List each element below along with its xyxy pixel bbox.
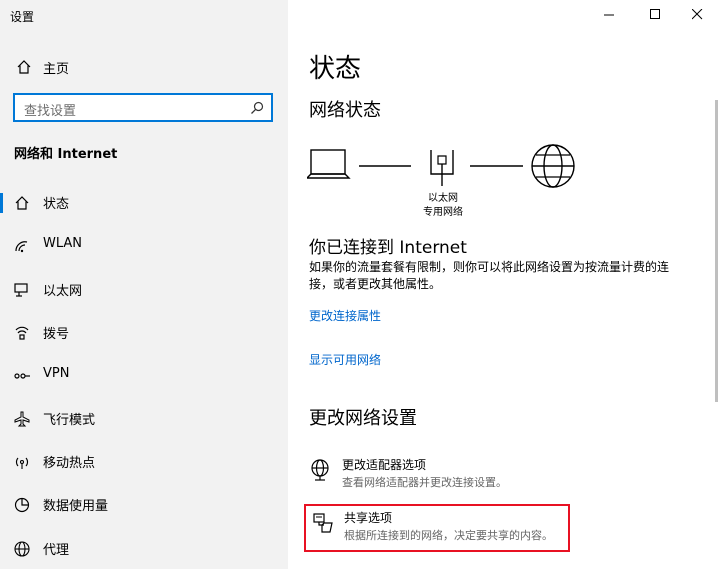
network-diagram <box>307 144 575 188</box>
show-available-networks-link[interactable]: 显示可用网络 <box>309 351 381 368</box>
internet-globe-icon <box>531 144 575 188</box>
sidebar-item-label: 飞行模式 <box>43 413 96 428</box>
ethernet-network-label: 以太网 专用网络 <box>418 192 468 220</box>
ethernet-adapter-icon <box>430 150 454 186</box>
option-title: 更改适配器选项 <box>342 458 427 472</box>
network-status-heading: 网络状态 <box>309 100 381 121</box>
sidebar-item-status[interactable]: 状态 <box>0 181 288 223</box>
sidebar-item-hotspot[interactable]: 移动热点 <box>0 440 288 482</box>
hotspot-icon <box>15 457 29 469</box>
home-status-icon <box>15 196 29 210</box>
sidebar-item-label: WLAN <box>43 236 83 251</box>
adapter-options-item[interactable]: 更改适配器选项 查看网络适配器并更改连接设置。 <box>304 453 568 501</box>
change-connection-properties-link[interactable]: 更改连接属性 <box>309 307 381 324</box>
scrollbar[interactable] <box>715 100 718 402</box>
sidebar-item-data-usage[interactable]: 数据使用量 <box>0 483 288 525</box>
sharing-options-item[interactable]: 共享选项 根据所连接到的网络，决定要共享的内容。 <box>304 504 570 552</box>
sidebar-item-label: 移动热点 <box>43 456 96 471</box>
ethernet-icon <box>14 283 28 297</box>
sidebar-item-proxy[interactable]: 代理 <box>0 527 288 569</box>
search-input[interactable]: 查找设置 <box>13 93 273 122</box>
search-icon <box>251 101 264 114</box>
sidebar-item-vpn[interactable]: VPN <box>0 354 288 396</box>
network-type-label: 专用网络 <box>423 207 463 218</box>
sidebar-item-ethernet[interactable]: 以太网 <box>0 268 288 310</box>
dialup-icon <box>15 326 29 340</box>
change-settings-heading: 更改网络设置 <box>309 408 417 429</box>
sidebar: 设置 主页 查找设置 网络和 Internet 状态 WLAN 以太网 拨号 V… <box>0 0 288 569</box>
home-link[interactable]: 主页 <box>0 47 288 87</box>
search-placeholder: 查找设置 <box>24 104 77 119</box>
option-description: 查看网络适配器并更改连接设置。 <box>342 476 507 489</box>
option-title: 共享选项 <box>344 511 393 525</box>
sidebar-item-label: 以太网 <box>43 284 83 299</box>
sidebar-item-wlan[interactable]: WLAN <box>0 224 288 266</box>
window-title: 设置 <box>10 10 35 24</box>
adapter-globe-icon <box>311 459 329 481</box>
connected-title: 你已连接到 Internet <box>309 238 467 258</box>
option-description: 根据所连接到的网络，决定要共享的内容。 <box>344 529 553 542</box>
sharing-icon <box>313 513 333 533</box>
globe-icon <box>14 541 30 557</box>
sidebar-item-airplane[interactable]: 飞行模式 <box>0 397 288 439</box>
airplane-icon <box>14 411 30 427</box>
sidebar-item-label: 代理 <box>43 543 70 558</box>
data-usage-icon <box>14 497 30 513</box>
laptop-icon <box>307 149 351 179</box>
page-title: 状态 <box>309 54 362 84</box>
sidebar-item-label: VPN <box>43 366 70 381</box>
home-icon <box>17 60 31 74</box>
connected-description: 如果你的流量套餐有限制，则你可以将此网络设置为按流量计费的连接，或者更改其他属性… <box>309 260 670 291</box>
sidebar-item-dialup[interactable]: 拨号 <box>0 311 288 353</box>
section-title: 网络和 Internet <box>14 147 118 162</box>
sidebar-item-label: 数据使用量 <box>43 499 109 514</box>
sidebar-item-label: 拨号 <box>43 327 70 342</box>
main-content: 状态 网络状态 以太网 专用网络 你已连接到 Internet 如果你的流量套餐… <box>288 0 720 569</box>
wifi-icon <box>15 241 28 253</box>
sidebar-item-label: 状态 <box>43 197 70 212</box>
home-label: 主页 <box>43 62 70 77</box>
vpn-icon <box>14 373 30 379</box>
ethernet-label: 以太网 <box>428 193 458 204</box>
